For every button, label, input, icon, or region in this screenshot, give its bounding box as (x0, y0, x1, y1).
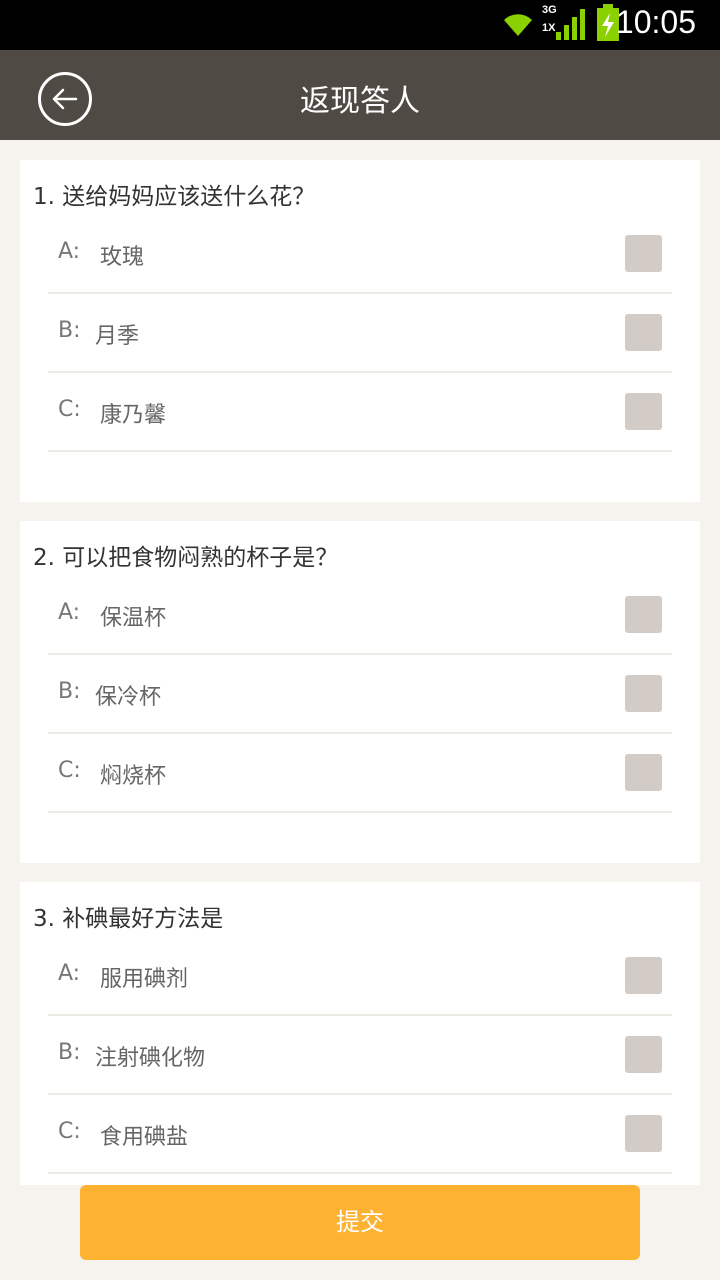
answer-option[interactable]: B: 月季 (48, 294, 672, 373)
network-1x-label: 1X (542, 22, 556, 34)
page-title: 返现答人 (300, 84, 420, 119)
question-title: 2. 可以把食物闷熟的杯子是？ (33, 545, 339, 571)
option-checkbox[interactable] (625, 957, 662, 994)
signal-icon (556, 9, 585, 40)
answer-option[interactable]: C: 焖烧杯 (48, 734, 672, 813)
option-checkbox[interactable] (625, 393, 662, 430)
answer-option[interactable]: C: 康乃馨 (48, 373, 672, 452)
status-time: 10:05 (615, 4, 696, 40)
option-text: 康乃馨 (100, 403, 167, 428)
option-text: 服用碘剂 (100, 967, 189, 992)
question-card: 3. 补碘最好方法是 A: 服用碘剂 B: 注射碘化物 C: 食用碘盐 (20, 882, 700, 1185)
option-letter: C: (58, 758, 81, 783)
option-text: 玫瑰 (100, 245, 145, 270)
question-card: 2. 可以把食物闷熟的杯子是？ A: 保温杯 B: 保冷杯 C: 焖烧杯 (20, 521, 700, 863)
submit-button[interactable]: 提交 (80, 1185, 640, 1260)
option-checkbox[interactable] (625, 754, 662, 791)
option-text: 保冷杯 (95, 685, 162, 710)
option-text: 月季 (95, 324, 140, 349)
answer-option[interactable]: A: 保温杯 (48, 576, 672, 655)
option-letter: B: (58, 679, 81, 704)
network-3g-label: 3G (542, 4, 557, 16)
answer-option[interactable]: B: 注射碘化物 (48, 1016, 672, 1095)
answer-option[interactable]: A: 玫瑰 (48, 215, 672, 294)
option-checkbox[interactable] (625, 675, 662, 712)
option-text: 焖烧杯 (100, 764, 167, 789)
header-bar: 返现答人 (0, 50, 720, 140)
option-letter: A: (58, 961, 81, 986)
option-letter: A: (58, 239, 81, 264)
option-checkbox[interactable] (625, 596, 662, 633)
option-letter: B: (58, 318, 81, 343)
question-title: 1. 送给妈妈应该送什么花？ (33, 184, 316, 210)
option-text: 注射碘化物 (95, 1046, 206, 1071)
question-title: 3. 补碘最好方法是 (33, 906, 224, 932)
option-letter: C: (58, 397, 81, 422)
option-checkbox[interactable] (625, 235, 662, 272)
answer-option[interactable]: B: 保冷杯 (48, 655, 672, 734)
question-card: 1. 送给妈妈应该送什么花？ A: 玫瑰 B: 月季 C: 康乃馨 (20, 160, 700, 502)
answer-option[interactable]: C: 食用碘盐 (48, 1095, 672, 1174)
option-text: 食用碘盐 (100, 1125, 189, 1150)
option-checkbox[interactable] (625, 1036, 662, 1073)
wifi-icon (504, 14, 532, 37)
option-checkbox[interactable] (625, 1115, 662, 1152)
option-text: 保温杯 (100, 606, 167, 631)
option-letter: C: (58, 1119, 81, 1144)
answer-option[interactable]: A: 服用碘剂 (48, 937, 672, 1016)
status-icons: 3G 1X (500, 4, 620, 44)
option-letter: B: (58, 1040, 81, 1065)
option-letter: A: (58, 600, 81, 625)
status-bar: 3G 1X 10:05 (0, 0, 720, 50)
option-checkbox[interactable] (625, 314, 662, 351)
